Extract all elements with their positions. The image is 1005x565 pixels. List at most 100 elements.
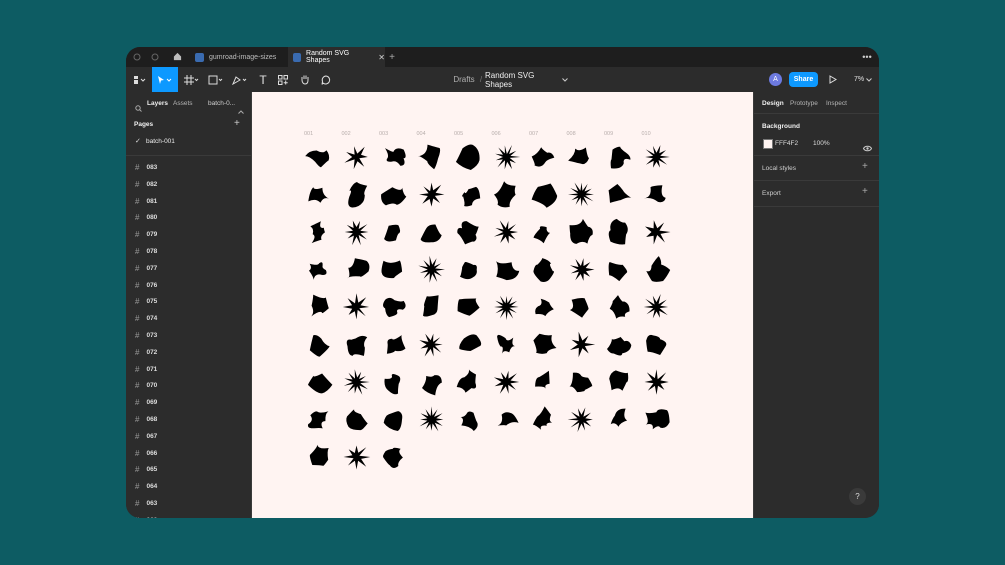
chevron-down-icon[interactable] [561, 71, 569, 88]
resources-icon[interactable] [277, 71, 289, 88]
chevron-down-icon[interactable] [865, 71, 872, 88]
random-shape[interactable] [457, 221, 479, 245]
random-shape[interactable] [493, 220, 518, 244]
random-shape[interactable] [309, 334, 330, 357]
random-shape[interactable] [383, 447, 403, 468]
random-shape[interactable] [461, 186, 481, 207]
random-shape[interactable] [567, 407, 593, 432]
circle-icon[interactable] [132, 51, 142, 62]
random-shape[interactable] [607, 336, 632, 356]
random-shape[interactable] [417, 144, 441, 170]
canvas[interactable]: 001 002 003 004 005 006 007 008 009 010 [252, 92, 753, 518]
random-shape[interactable] [494, 295, 519, 321]
tab-design[interactable]: Design [762, 100, 784, 107]
random-shape[interactable] [346, 335, 368, 356]
random-shape[interactable] [383, 297, 406, 318]
random-shape[interactable] [422, 375, 442, 396]
breadcrumb-drafts[interactable]: Drafts [453, 71, 475, 88]
zoom-level[interactable]: 7% [852, 71, 866, 88]
random-shape[interactable] [381, 187, 407, 206]
background-hex[interactable]: FFF4F2 [775, 140, 798, 147]
search-icon[interactable] [135, 99, 142, 117]
tab-random-svg-shapes[interactable]: Random SVG Shapes ✕ [288, 47, 385, 67]
random-shape[interactable] [532, 406, 553, 430]
random-shape[interactable] [643, 185, 666, 203]
random-shape[interactable] [646, 334, 667, 355]
chevron-up-icon[interactable] [238, 101, 244, 119]
random-shape[interactable] [418, 255, 445, 283]
add-export-icon[interactable]: + [862, 186, 868, 197]
random-shape[interactable] [384, 373, 401, 395]
random-shape[interactable] [608, 262, 628, 282]
random-shape[interactable] [457, 298, 480, 316]
random-shape[interactable] [310, 221, 325, 244]
random-shape[interactable] [568, 182, 594, 207]
layer-item[interactable]: #080 [135, 213, 157, 222]
random-shape[interactable] [569, 372, 593, 393]
random-shape[interactable] [381, 260, 403, 279]
random-shape[interactable] [531, 183, 558, 208]
layer-item[interactable]: #075 [135, 297, 157, 306]
layer-item[interactable]: #062 [135, 516, 157, 518]
layer-item[interactable]: #082 [135, 180, 157, 189]
random-shape[interactable] [419, 406, 444, 432]
random-shape[interactable] [568, 147, 589, 165]
layer-item[interactable]: #069 [135, 398, 157, 407]
play-icon[interactable] [828, 71, 838, 88]
page-item-batch-001[interactable]: batch-001 [146, 138, 175, 145]
random-shape[interactable] [343, 445, 371, 470]
add-page-icon[interactable]: + [234, 118, 240, 129]
random-shape[interactable] [608, 184, 632, 203]
layer-item[interactable]: #079 [135, 230, 157, 239]
random-shape[interactable] [494, 181, 516, 208]
random-shape[interactable] [346, 409, 368, 431]
random-shape[interactable] [493, 370, 520, 394]
layer-item[interactable]: #071 [135, 365, 157, 374]
tab-gumroad[interactable]: gumroad-image-sizes [190, 47, 290, 67]
random-shape[interactable] [423, 295, 439, 317]
frame-tool-icon[interactable] [183, 71, 201, 88]
new-tab-icon[interactable]: + [387, 49, 397, 65]
tab-prototype[interactable]: Prototype [790, 100, 818, 107]
random-shape[interactable] [569, 218, 593, 244]
random-shape[interactable] [419, 333, 443, 357]
layer-item[interactable]: #070 [135, 381, 157, 390]
random-shape[interactable] [531, 147, 555, 167]
random-shape[interactable] [533, 258, 554, 283]
random-shape[interactable] [308, 373, 333, 394]
file-name[interactable]: Random SVG Shapes [485, 71, 561, 89]
random-shape[interactable] [384, 224, 401, 242]
random-shape[interactable] [460, 411, 478, 431]
layer-item[interactable]: #067 [135, 432, 157, 441]
more-icon[interactable]: ••• [861, 49, 873, 65]
pen-tool-icon[interactable] [231, 71, 249, 88]
random-shape[interactable] [309, 262, 327, 280]
random-shape[interactable] [569, 298, 589, 318]
layer-item[interactable]: #074 [135, 314, 157, 323]
layer-item[interactable]: #083 [135, 163, 157, 172]
random-shape[interactable] [495, 145, 521, 170]
rectangle-tool-icon[interactable] [207, 71, 225, 88]
circle-icon[interactable] [150, 51, 160, 62]
avatar[interactable]: A [769, 73, 782, 86]
layer-item[interactable]: #064 [135, 482, 157, 491]
random-shape[interactable] [645, 145, 670, 168]
random-shape[interactable] [342, 293, 370, 320]
background-opacity[interactable]: 100% [813, 140, 830, 147]
random-shape[interactable] [496, 261, 520, 281]
tab-assets[interactable]: Assets [173, 100, 193, 107]
tab-layers[interactable]: Layers [147, 100, 168, 107]
random-shape[interactable] [347, 258, 370, 279]
random-shape[interactable] [570, 331, 596, 358]
tab-inspect[interactable]: Inspect [826, 100, 847, 107]
random-shape[interactable] [311, 294, 329, 317]
close-icon[interactable]: ✕ [378, 53, 385, 62]
layer-item[interactable]: #072 [135, 348, 157, 357]
random-shape[interactable] [308, 187, 330, 203]
random-shape[interactable] [645, 409, 670, 430]
random-shape[interactable] [385, 148, 406, 166]
random-shape[interactable] [383, 411, 403, 431]
layer-item[interactable]: #076 [135, 281, 157, 290]
random-shape[interactable] [344, 220, 369, 246]
random-shape[interactable] [309, 444, 329, 466]
